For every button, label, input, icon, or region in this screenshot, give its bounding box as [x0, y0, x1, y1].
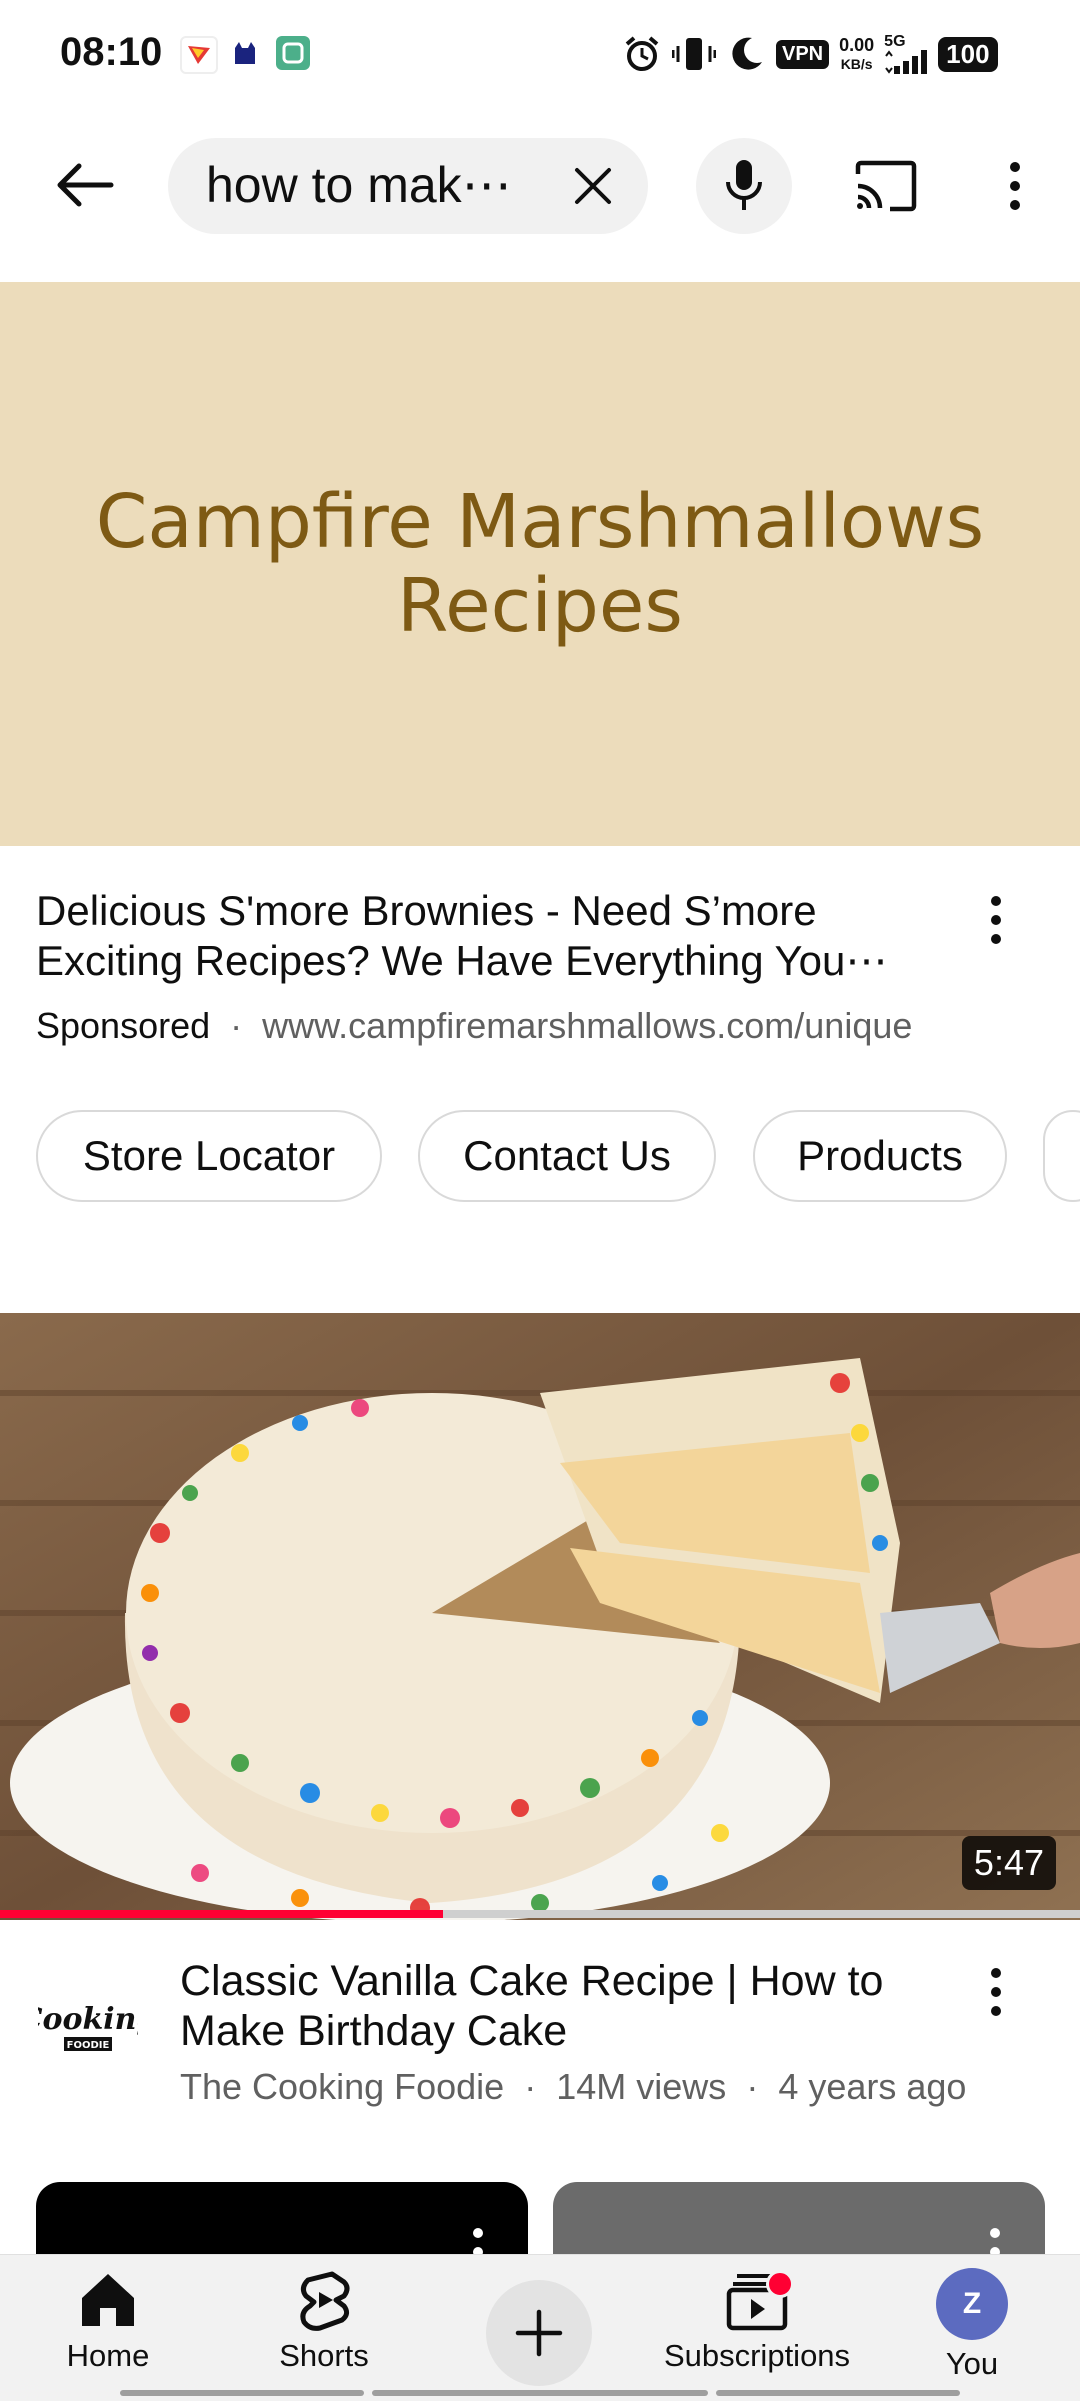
vpn-badge: VPN — [776, 39, 830, 69]
cat-app-notification-icon — [228, 36, 262, 70]
next-video-card[interactable] — [36, 2182, 528, 2262]
app-notification-icon — [180, 36, 218, 74]
next-video-card[interactable] — [553, 2182, 1045, 2262]
microphone-icon — [726, 160, 762, 210]
arrow-back-icon — [57, 163, 114, 207]
video-meta: The Cooking Foodie · 14M views · 4 years… — [180, 2066, 967, 2107]
chip-overflow[interactable] — [1043, 1110, 1080, 1202]
video-title[interactable]: Classic Vanilla Cake Recipe | How to Mak… — [180, 1956, 940, 2056]
upload-age: 4 years ago — [778, 2066, 967, 2107]
video-duration-badge: 5:47 — [961, 1836, 1056, 1890]
video-thumbnail[interactable] — [0, 1313, 1080, 1920]
nav-shorts[interactable]: Shorts — [234, 2268, 414, 2388]
nav-you[interactable]: Z You — [882, 2268, 1062, 2388]
cast-button[interactable] — [846, 150, 926, 222]
cast-icon — [855, 160, 917, 212]
chip-contact-us[interactable]: Contact Us — [418, 1110, 716, 1202]
alarm-icon — [625, 36, 659, 71]
ad-headline[interactable]: Delicious S'more Brownies - Need S’more … — [36, 886, 956, 986]
gesture-bar-segment — [372, 2390, 708, 2396]
svg-text:Cooking: Cooking — [38, 2002, 138, 2037]
close-icon — [575, 168, 611, 204]
status-time: 08:10 — [60, 30, 163, 74]
chip-products[interactable]: Products — [753, 1110, 1007, 1202]
status-icons: VPN 0.00 KB/s 5G 100 — [622, 30, 998, 78]
gesture-bar-segment — [120, 2390, 364, 2396]
back-button[interactable] — [40, 150, 130, 220]
chip-store-locator[interactable]: Store Locator — [36, 1110, 382, 1202]
plus-icon — [515, 2309, 563, 2357]
ad-url[interactable]: www.campfiremarshmallows.com/unique — [262, 1005, 912, 1046]
cellular-signal-icon: 5G — [884, 34, 928, 74]
create-button[interactable] — [486, 2280, 592, 2386]
watch-progress-bar — [0, 1910, 443, 1918]
sponsored-label: Sponsored — [36, 1005, 211, 1046]
vibrate-icon — [672, 38, 716, 70]
network-speed: 0.00 KB/s — [839, 34, 875, 72]
shorts-icon — [300, 2271, 350, 2331]
ad-banner[interactable]: Campfire Marshmallows Recipes — [0, 282, 1080, 846]
do-not-disturb-moon-icon — [732, 37, 762, 70]
green-app-notification-icon — [276, 36, 310, 70]
search-query-text[interactable]: how to mak⋯ — [206, 156, 526, 214]
clear-search-button[interactable] — [562, 155, 624, 217]
more-vert-icon — [995, 146, 1035, 226]
view-count: 14M views — [556, 2066, 727, 2107]
more-options-button[interactable] — [990, 150, 1040, 222]
svg-text:FOODIE: FOODIE — [67, 2040, 110, 2051]
user-avatar: Z — [936, 2268, 1008, 2340]
subscriptions-notification-dot — [766, 2270, 794, 2298]
nav-home[interactable]: Home — [18, 2268, 198, 2388]
voice-search-button[interactable] — [696, 138, 792, 234]
ad-more-options-button[interactable] — [976, 880, 1016, 960]
home-icon — [82, 2274, 134, 2326]
ad-banner-title: Campfire Marshmallows Recipes — [95, 479, 985, 649]
nav-subscriptions[interactable]: Subscriptions — [664, 2268, 850, 2388]
channel-name[interactable]: The Cooking Foodie — [180, 2066, 504, 2107]
gesture-bar-segment — [716, 2390, 960, 2396]
video-more-options-button[interactable] — [976, 1952, 1016, 2032]
ad-meta: Sponsored · www.campfiremarshmallows.com… — [36, 1005, 913, 1046]
battery-indicator: 100 — [938, 36, 998, 72]
channel-avatar[interactable]: Cooking FOODIE — [36, 1972, 140, 2076]
cooking-foodie-logo-icon: Cooking FOODIE — [38, 2002, 138, 2051]
